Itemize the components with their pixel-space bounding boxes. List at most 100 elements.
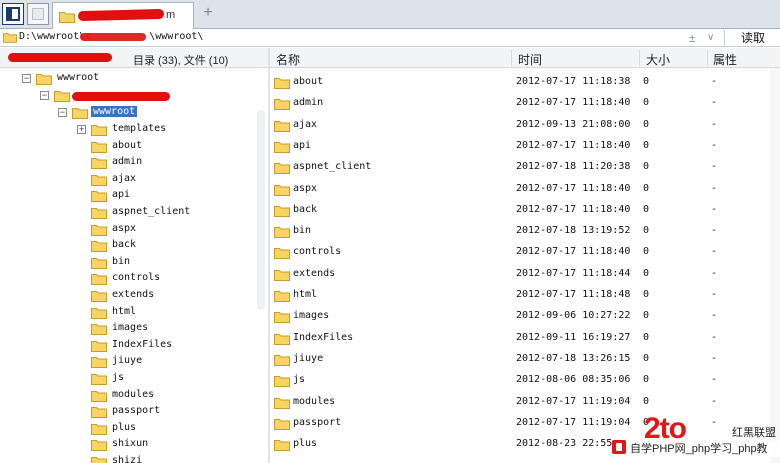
tree-node[interactable]: shizi xyxy=(77,454,257,463)
panel-layout-button[interactable] xyxy=(2,3,24,25)
cell-name: modules xyxy=(293,395,336,407)
tree-node[interactable]: aspx xyxy=(77,222,257,238)
table-row[interactable]: js 2012-08-06 08:35:06 0 - xyxy=(270,370,780,391)
divider xyxy=(511,50,512,66)
tree-node[interactable]: ajax xyxy=(77,172,257,188)
table-row[interactable]: bin 2012-07-18 13:19:52 0 - xyxy=(270,221,780,242)
tree-node[interactable]: + templates xyxy=(77,122,257,138)
collapse-icon[interactable]: − xyxy=(58,108,67,117)
column-header-attr[interactable]: 属性 xyxy=(713,51,737,68)
tree-node[interactable]: aspnet_client xyxy=(77,205,257,221)
tree-node-label: about xyxy=(112,139,143,151)
table-row[interactable]: images 2012-09-06 10:27:22 0 - xyxy=(270,306,780,327)
table-row[interactable]: jiuye 2012-07-18 13:26:15 0 - xyxy=(270,349,780,370)
list-scrollbar[interactable] xyxy=(770,68,780,463)
tree-node-label: ajax xyxy=(112,172,137,184)
tree-node-site[interactable]: − xyxy=(40,88,240,104)
add-tab-button[interactable]: + xyxy=(200,4,216,22)
cell-name: controls xyxy=(293,246,342,258)
folder-icon xyxy=(274,333,290,345)
folder-icon xyxy=(91,125,107,136)
cell-time: 2012-07-18 11:20:38 xyxy=(516,161,631,173)
cell-attr: - xyxy=(711,374,718,386)
chevron-down-icon[interactable]: ∨ xyxy=(707,30,714,46)
folder-icon xyxy=(274,376,290,388)
tree-node[interactable]: js xyxy=(77,371,257,387)
cell-attr: - xyxy=(711,289,718,300)
tree-node[interactable]: images xyxy=(77,321,257,337)
cell-attr: - xyxy=(711,182,718,194)
folder-icon xyxy=(54,91,70,102)
cell-time: 2012-07-17 11:18:38 xyxy=(516,76,631,87)
folder-icon xyxy=(274,269,290,281)
cell-name: plus xyxy=(293,438,318,450)
tree-node-label: bin xyxy=(112,255,131,267)
cell-size: 0 xyxy=(643,203,650,215)
cell-time: 2012-07-18 13:26:15 xyxy=(516,352,631,364)
tree-node[interactable]: extends xyxy=(77,288,257,304)
tree-node[interactable]: controls xyxy=(77,271,257,287)
column-header-time[interactable]: 时间 xyxy=(518,51,542,68)
table-row[interactable]: controls 2012-07-17 11:18:40 0 - xyxy=(270,242,780,263)
cell-size: 0 xyxy=(643,76,650,87)
tree-node[interactable]: bin xyxy=(77,255,257,271)
cell-size: 0 xyxy=(643,267,650,279)
table-row[interactable]: api 2012-07-17 11:18:40 0 - xyxy=(270,136,780,157)
tree-node[interactable]: jiuye xyxy=(77,354,257,370)
folder-icon xyxy=(91,440,107,452)
tree-node[interactable]: IndexFiles xyxy=(77,338,257,354)
tree-node-root[interactable]: − wwwroot xyxy=(22,71,222,87)
table-row[interactable]: aspx 2012-07-17 11:18:40 0 - xyxy=(270,179,780,200)
column-header-size[interactable]: 大小 xyxy=(646,51,670,68)
tree-node-label: api xyxy=(112,189,131,201)
folder-icon xyxy=(274,99,290,111)
table-row[interactable]: extends 2012-07-17 11:18:44 0 - xyxy=(270,264,780,285)
column-header-name[interactable]: 名称 xyxy=(276,51,300,68)
folder-icon xyxy=(91,357,107,369)
tree-node[interactable]: modules xyxy=(77,388,257,404)
table-row[interactable]: aspnet_client 2012-07-18 11:20:38 0 - xyxy=(270,157,780,178)
collapse-icon[interactable]: − xyxy=(40,91,49,100)
cell-name: bin xyxy=(293,225,312,237)
redaction-mark xyxy=(77,8,165,22)
tree-node[interactable]: html xyxy=(77,305,257,321)
read-button[interactable]: 读取 xyxy=(726,29,780,47)
tree-node[interactable]: shixun xyxy=(77,437,257,453)
watermark-strip-text: 自学PHP网_php学习_php教 xyxy=(630,441,780,457)
bookmark-toggle-button[interactable]: ± xyxy=(689,30,696,46)
cell-size: 0 xyxy=(643,139,650,151)
table-row[interactable]: modules 2012-07-17 11:19:04 0 - xyxy=(270,392,780,413)
tree-node[interactable]: api xyxy=(77,188,257,204)
tree-scrollbar[interactable] xyxy=(257,110,265,310)
cell-time: 2012-08-06 08:35:06 xyxy=(516,374,631,386)
cell-time: 2012-07-17 11:18:40 xyxy=(516,182,631,194)
table-row[interactable]: html 2012-07-17 11:18:48 0 - xyxy=(270,285,780,306)
tree-node[interactable]: plus xyxy=(77,421,257,437)
cell-size: 0 xyxy=(643,246,650,258)
tab-current-folder[interactable]: m xyxy=(52,2,194,29)
tree-node[interactable]: about xyxy=(77,139,257,155)
cell-time: 2012-07-17 11:18:40 xyxy=(516,246,631,258)
tree-node-label: jiuye xyxy=(112,355,143,367)
folder-icon xyxy=(274,312,290,324)
cell-attr: - xyxy=(711,395,718,407)
expand-icon[interactable]: + xyxy=(77,125,86,134)
table-row[interactable]: admin 2012-07-17 11:18:40 0 - xyxy=(270,93,780,114)
file-list[interactable]: about 2012-07-17 11:18:38 0 - admin 2012-07-1… xyxy=(270,68,780,463)
collapse-icon[interactable]: − xyxy=(22,74,31,83)
table-row[interactable]: IndexFiles 2012-09-11 16:19:27 0 - xyxy=(270,328,780,349)
folder-tree[interactable]: − wwwroot − − wwwroot + templates about adm… xyxy=(0,68,268,463)
table-row[interactable]: back 2012-07-17 11:18:40 0 - xyxy=(270,200,780,221)
redaction-mark xyxy=(80,33,146,41)
tree-node[interactable]: admin xyxy=(77,155,257,171)
new-window-button[interactable] xyxy=(27,3,49,25)
tree-node[interactable]: back xyxy=(77,238,257,254)
divider xyxy=(724,30,725,46)
cell-size: 0 xyxy=(643,161,650,173)
tree-node-selected[interactable]: − wwwroot xyxy=(58,105,258,121)
table-row[interactable]: about 2012-07-17 11:18:38 0 - xyxy=(270,72,780,93)
tree-node[interactable]: passport xyxy=(77,404,257,420)
cell-name: html xyxy=(293,289,318,300)
cell-attr: - xyxy=(711,139,718,151)
table-row[interactable]: ajax 2012-09-13 21:08:00 0 - xyxy=(270,115,780,136)
